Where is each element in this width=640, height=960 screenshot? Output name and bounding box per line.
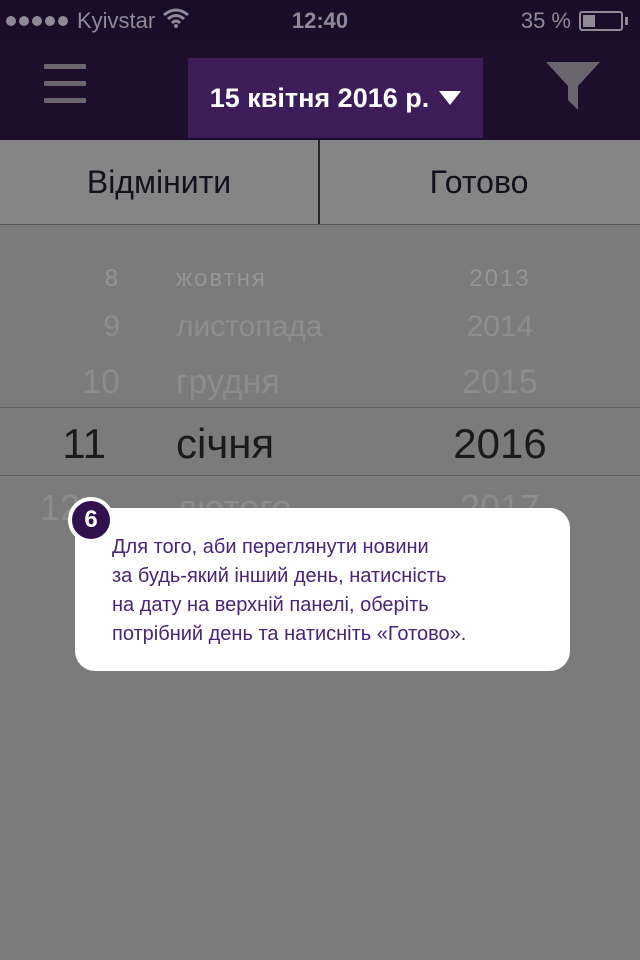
step-number-badge: 6 — [68, 497, 114, 543]
battery-icon — [579, 11, 623, 31]
picker-action-bar: Відмінити Готово — [0, 140, 640, 225]
date-label: 15 квітня 2016 р. — [209, 82, 430, 113]
picker-month-selected[interactable]: січня — [176, 420, 274, 468]
picker-day[interactable]: 10 — [0, 363, 120, 402]
battery-level — [583, 15, 595, 27]
nav-bar: 15 квітня 2016 р. — [0, 40, 640, 140]
callout-text-line: за будь-який інший день, натисність — [112, 565, 447, 587]
caret-down-icon — [439, 91, 462, 105]
cancel-button[interactable]: Відмінити — [0, 140, 318, 224]
picker-day[interactable]: 9 — [0, 310, 120, 344]
callout-text-line: на дату на верхній панелі, оберіть — [112, 594, 429, 616]
picker-year[interactable]: 2015 — [420, 363, 580, 402]
callout-text-line: потрібний день та натисніть «Готово». — [112, 623, 467, 645]
picker-month[interactable]: листопада — [176, 310, 322, 344]
done-button[interactable]: Готово — [320, 140, 638, 224]
selection-line-bottom — [0, 475, 640, 476]
filter-icon[interactable] — [544, 60, 602, 117]
picker-month[interactable]: грудня — [176, 363, 280, 402]
selection-line-top — [0, 407, 640, 408]
status-bar: Kyivstar 12:40 35 % — [0, 0, 640, 40]
date-selector-button[interactable]: 15 квітня 2016 р. — [188, 58, 483, 138]
callout-text-line: Для того, аби переглянути новини — [112, 536, 429, 558]
status-right: 35 % — [521, 8, 628, 34]
picker-day-selected[interactable]: 11 — [0, 420, 106, 468]
picker-year[interactable]: 2014 — [420, 310, 580, 344]
battery-nub — [625, 17, 628, 25]
menu-icon[interactable] — [44, 64, 88, 108]
picker-year[interactable]: 2013 — [420, 265, 580, 293]
tutorial-callout: Для того, аби переглянути новини за будь… — [75, 508, 570, 671]
picker-year-selected[interactable]: 2016 — [420, 420, 580, 468]
battery-percent: 35 % — [520, 8, 571, 33]
picker-day[interactable]: 8 — [0, 265, 120, 293]
picker-month[interactable]: жовтня — [176, 265, 267, 293]
